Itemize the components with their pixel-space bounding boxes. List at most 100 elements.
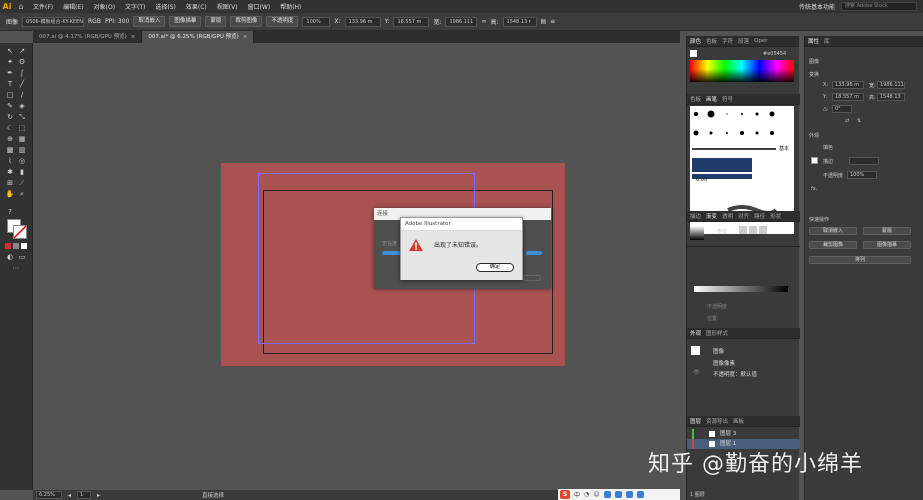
pen-tool-icon[interactable]: ✒ <box>5 69 15 78</box>
symbol-sprayer-icon[interactable]: ✱ <box>5 168 15 177</box>
shape-builder-icon[interactable]: ⊕ <box>5 135 15 144</box>
hex-field[interactable]: #e05454 <box>763 51 786 57</box>
tab-libraries[interactable]: 库 <box>824 37 830 45</box>
line-tool-icon[interactable]: ╱ <box>17 80 27 89</box>
menu-view[interactable]: 视图(V) <box>212 2 243 11</box>
menu-select[interactable]: 选择(S) <box>150 2 181 11</box>
layer-row[interactable]: 图层 3 <box>687 429 800 439</box>
tab-document-2[interactable]: 007.ai* @ 6.25% (RGB/GPU 预览) × <box>142 31 255 43</box>
menu-type[interactable]: 文字(T) <box>120 2 150 11</box>
hand-tool-icon[interactable]: ✋ <box>5 190 15 199</box>
tab-artboards[interactable]: 画板 <box>733 417 744 425</box>
gradient-tool-icon[interactable]: ▥ <box>17 146 27 155</box>
draw-mode-icon[interactable]: ◐ <box>5 253 15 262</box>
stroke-chip[interactable] <box>811 157 818 164</box>
emoji-icon[interactable]: ☺ <box>593 491 599 498</box>
menu-help[interactable]: 帮助(H) <box>275 2 306 11</box>
tab-paragraph[interactable]: 段落 <box>738 37 749 45</box>
stroke-weight-field[interactable] <box>849 157 879 165</box>
tab-symbols[interactable]: 符号 <box>722 95 733 103</box>
ime-lang-toggle[interactable]: 中 <box>574 490 580 499</box>
edit-toolbar-icon[interactable]: ⋯ <box>11 264 21 273</box>
eraser-tool-icon[interactable]: ◈ <box>17 102 27 111</box>
tab-layers[interactable]: 图层 <box>690 417 701 425</box>
prop-opacity-field[interactable]: 100% <box>847 171 877 179</box>
menu-window[interactable]: 窗口(W) <box>243 2 276 11</box>
linear-gradient-icon[interactable] <box>739 226 747 234</box>
lasso-tool-icon[interactable]: ʘ <box>17 58 27 67</box>
menu-edit[interactable]: 编辑(E) <box>58 2 88 11</box>
visibility-eye-icon[interactable]: 👁 <box>693 370 700 376</box>
direct-selection-tool-icon[interactable]: ↗ <box>17 47 27 56</box>
perspective-grid-icon[interactable]: ▦ <box>17 135 27 144</box>
keyboard-icon[interactable] <box>614 491 622 498</box>
tab-document-1[interactable]: 007.ai @ 4.17% (RGB/GPU 预览) × <box>33 31 143 43</box>
paintbrush-tool-icon[interactable]: ∕ <box>17 91 27 100</box>
warp-tool-icon[interactable]: ☾ <box>5 124 15 133</box>
tab-color[interactable]: 颜色 <box>690 37 701 45</box>
punctuation-icon[interactable]: ◔ <box>584 491 589 498</box>
slice-tool-icon[interactable]: ⟋ <box>17 179 27 188</box>
tab-swatches-2[interactable]: 色板 <box>690 95 701 103</box>
blend-tool-icon[interactable]: ◎ <box>17 157 27 166</box>
eyedropper-tool-icon[interactable]: ⌇ <box>5 157 15 166</box>
tab-swatches[interactable]: 色板 <box>706 37 717 45</box>
voice-icon[interactable] <box>603 491 611 498</box>
linked-file-field[interactable]: 0506-模板组合-KY-KEEN... <box>22 16 85 27</box>
prop-arrange-button[interactable]: 排列 <box>809 256 911 264</box>
sogou-logo-icon[interactable]: S <box>560 490 570 499</box>
close-icon[interactable]: × <box>131 34 136 40</box>
prev-page-icon[interactable]: ◂ <box>68 492 71 499</box>
gradient-slider[interactable] <box>694 286 788 292</box>
menu-effect[interactable]: 效果(C) <box>181 2 212 11</box>
gradient-preview[interactable] <box>690 226 704 240</box>
tab-properties[interactable]: 属性 <box>808 37 819 45</box>
image-trace-button[interactable]: 图像描摹 <box>169 16 202 27</box>
artboard-tool-icon[interactable]: ⊞ <box>5 179 15 188</box>
menu-object[interactable]: 对象(O) <box>89 2 120 11</box>
tab-brushes[interactable]: 画笔 <box>706 95 717 103</box>
tab-appearance[interactable]: 外观 <box>690 329 701 337</box>
y-field[interactable]: 18.557 m <box>393 16 430 27</box>
free-transform-icon[interactable]: ⬚ <box>17 124 27 133</box>
tab-pathfinder[interactable]: 路径 <box>754 212 765 220</box>
tab-character[interactable]: 字符 <box>722 37 733 45</box>
ok-button[interactable]: 确定 <box>476 263 514 272</box>
gradient-mode-icon[interactable] <box>13 243 19 249</box>
shaper-tool-icon[interactable]: ✎ <box>5 102 15 111</box>
align-icon[interactable]: ▤ <box>541 18 547 25</box>
home-icon[interactable]: ⌂ <box>14 2 28 11</box>
tab-align[interactable]: 对齐 <box>738 212 749 220</box>
tab-gradient[interactable]: 渐变 <box>706 212 717 220</box>
prop-x-field[interactable]: 133.96 m <box>832 81 864 89</box>
progress-cancel-button[interactable] <box>523 275 541 281</box>
toolbox-icon[interactable] <box>636 491 644 498</box>
prop-y-field[interactable]: 18.557 m <box>832 93 864 101</box>
prop-unembed-button[interactable]: 取消嵌入 <box>809 227 857 235</box>
height-field[interactable]: 1548.13 r <box>502 16 537 27</box>
rectangle-tool-icon[interactable]: □ <box>5 91 15 100</box>
color-mode-icon[interactable] <box>5 243 11 249</box>
flip-vertical-icon[interactable]: ⇅ <box>857 118 861 124</box>
close-icon[interactable]: × <box>243 34 248 40</box>
none-mode-icon[interactable] <box>21 243 27 249</box>
scale-tool-icon[interactable]: ⤡ <box>17 113 27 122</box>
selection-tool-icon[interactable]: ↖ <box>5 47 15 56</box>
graph-tool-icon[interactable]: ▮ <box>17 168 27 177</box>
tab-transparency[interactable]: 透明 <box>722 212 733 220</box>
tab-asset-export[interactable]: 资源导出 <box>706 417 728 425</box>
page-field[interactable]: 1 <box>77 491 92 499</box>
tab-stroke[interactable]: 描边 <box>690 212 701 220</box>
magic-wand-icon[interactable]: ✦ <box>5 58 15 67</box>
mesh-tool-icon[interactable]: ▩ <box>5 146 15 155</box>
more-options-icon[interactable]: ≡ <box>550 18 555 25</box>
zoom-tool-icon[interactable]: ⌕ <box>17 190 27 199</box>
zoom-field[interactable]: 6.25% <box>36 491 62 499</box>
menu-file[interactable]: 文件(F) <box>28 2 58 11</box>
tab-graphic-styles[interactable]: 图形样式 <box>706 329 728 337</box>
flip-horizontal-icon[interactable]: ⇄ <box>845 118 849 124</box>
prop-h-field[interactable]: 1548.13 <box>877 93 905 101</box>
prop-w-field[interactable]: 1986.111 <box>877 81 905 89</box>
width-field[interactable]: 1986.111 <box>445 16 478 27</box>
prop-trace-button[interactable]: 图像描摹 <box>863 241 911 249</box>
